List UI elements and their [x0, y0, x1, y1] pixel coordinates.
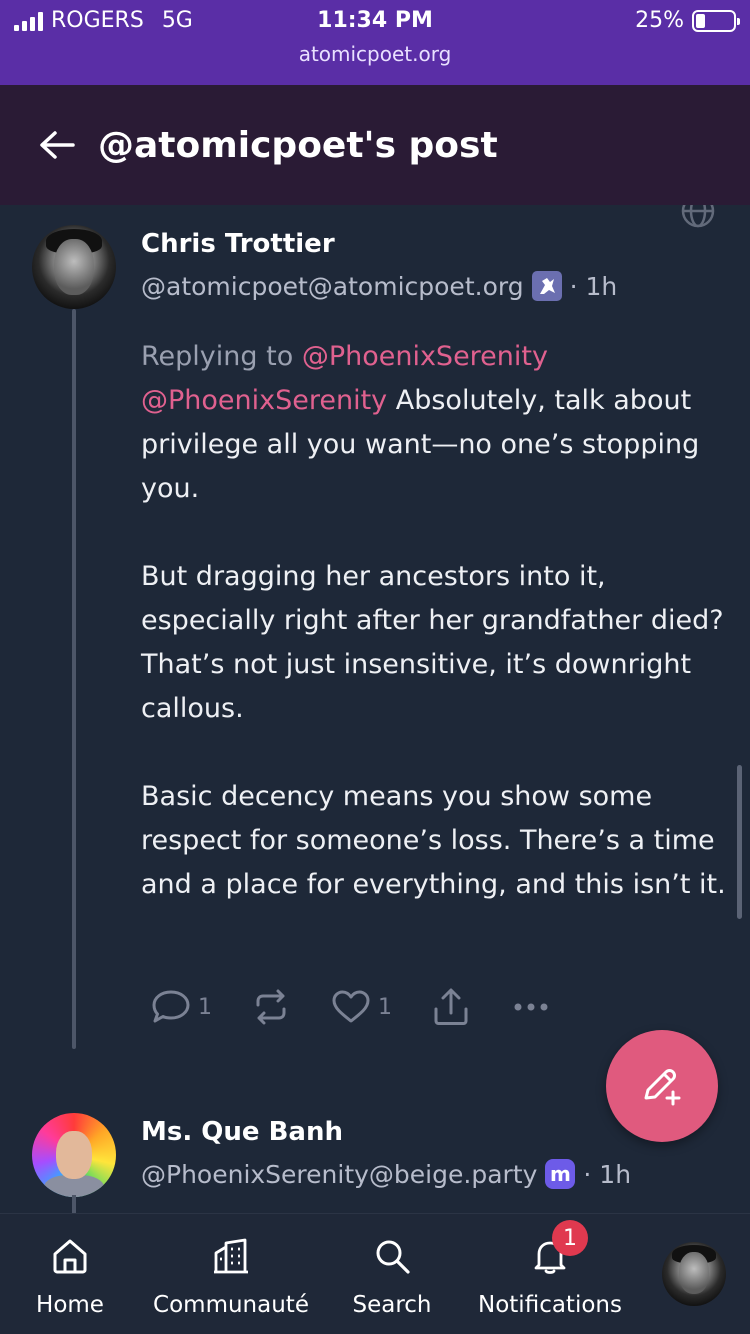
- compose-pencil-icon: [644, 1069, 681, 1106]
- browser-url[interactable]: atomicpoet.org: [0, 42, 750, 66]
- author-handle[interactable]: @atomicpoet@atomicpoet.org: [141, 272, 524, 301]
- paragraph-2: But dragging her ancestors into it, espe…: [141, 561, 724, 724]
- compose-button[interactable]: [606, 1030, 718, 1142]
- mastodon-icon: m: [545, 1159, 576, 1189]
- author-name[interactable]: Chris Trottier: [141, 229, 335, 259]
- avatar[interactable]: [32, 225, 116, 309]
- replying-label: Replying to: [141, 341, 294, 372]
- nav-home[interactable]: Home: [20, 1234, 120, 1318]
- nav-notifications[interactable]: 1 Notifications: [470, 1220, 630, 1318]
- more-icon: [514, 1003, 548, 1011]
- nav-home-label: Home: [36, 1292, 104, 1318]
- page-header: @atomicpoet's post: [0, 85, 750, 205]
- globe-icon: [681, 205, 715, 228]
- status-bar: ROGERS 5G 11:34 PM atomicpoet.org 25%: [0, 0, 750, 85]
- boost-icon: [256, 989, 286, 1025]
- page-title: @atomicpoet's post: [98, 124, 498, 166]
- share-button[interactable]: [430, 987, 472, 1027]
- search-icon: [376, 1240, 410, 1274]
- thread-line: [72, 1195, 76, 1213]
- post-time[interactable]: · 1h: [583, 1160, 631, 1189]
- paragraph-3: Basic decency means you show some respec…: [141, 781, 726, 900]
- profile-avatar-button[interactable]: [662, 1242, 726, 1306]
- bot-icon: [531, 271, 562, 301]
- arrow-left-icon: [40, 131, 75, 159]
- favourite-button[interactable]: 1: [330, 988, 392, 1026]
- status-right: 25%: [635, 8, 740, 33]
- nav-community-label: Communauté: [153, 1292, 309, 1318]
- bottom-navigation: Home Communauté Search 1 Notifications: [0, 1213, 750, 1334]
- notification-badge: 1: [552, 1220, 588, 1256]
- favourite-count: 1: [378, 994, 392, 1020]
- heart-icon: [332, 990, 370, 1023]
- nav-search[interactable]: Search: [342, 1234, 442, 1318]
- reply-button[interactable]: 1: [150, 988, 212, 1026]
- share-icon: [434, 988, 468, 1025]
- reply-icon: [152, 990, 190, 1023]
- thread-line: [72, 309, 76, 1049]
- post-content: Replying to @PhoenixSerenity @PhoenixSer…: [141, 335, 731, 907]
- community-buildings-icon: [214, 1238, 248, 1274]
- mention-link[interactable]: @PhoenixSerenity: [141, 385, 387, 416]
- back-button[interactable]: [34, 122, 80, 168]
- replying-to-link[interactable]: @PhoenixSerenity: [302, 341, 548, 372]
- scrollbar[interactable]: [737, 765, 742, 919]
- paragraph-1: @PhoenixSerenity Absolutely, talk about …: [141, 379, 731, 511]
- boost-button[interactable]: [250, 988, 292, 1026]
- nav-notifications-label: Notifications: [478, 1292, 622, 1318]
- author-name[interactable]: Ms. Que Banh: [141, 1117, 343, 1147]
- home-icon: [53, 1239, 87, 1274]
- reply-count: 1: [198, 994, 212, 1020]
- more-button[interactable]: [510, 997, 552, 1017]
- battery-percent: 25%: [635, 8, 684, 33]
- post-actions: 1 1: [150, 987, 590, 1027]
- nav-search-label: Search: [352, 1292, 432, 1318]
- author-handle[interactable]: @PhoenixSerenity@beige.party: [141, 1160, 537, 1189]
- reply-indicator: Replying to @PhoenixSerenity: [141, 335, 731, 379]
- post-time[interactable]: · 1h: [570, 272, 618, 301]
- author-handle-row: @PhoenixSerenity@beige.party m · 1h: [141, 1159, 631, 1189]
- avatar[interactable]: [32, 1113, 116, 1197]
- author-handle-row: @atomicpoet@atomicpoet.org · 1h: [141, 271, 617, 301]
- battery-icon: [692, 9, 740, 32]
- nav-community[interactable]: Communauté: [150, 1234, 312, 1318]
